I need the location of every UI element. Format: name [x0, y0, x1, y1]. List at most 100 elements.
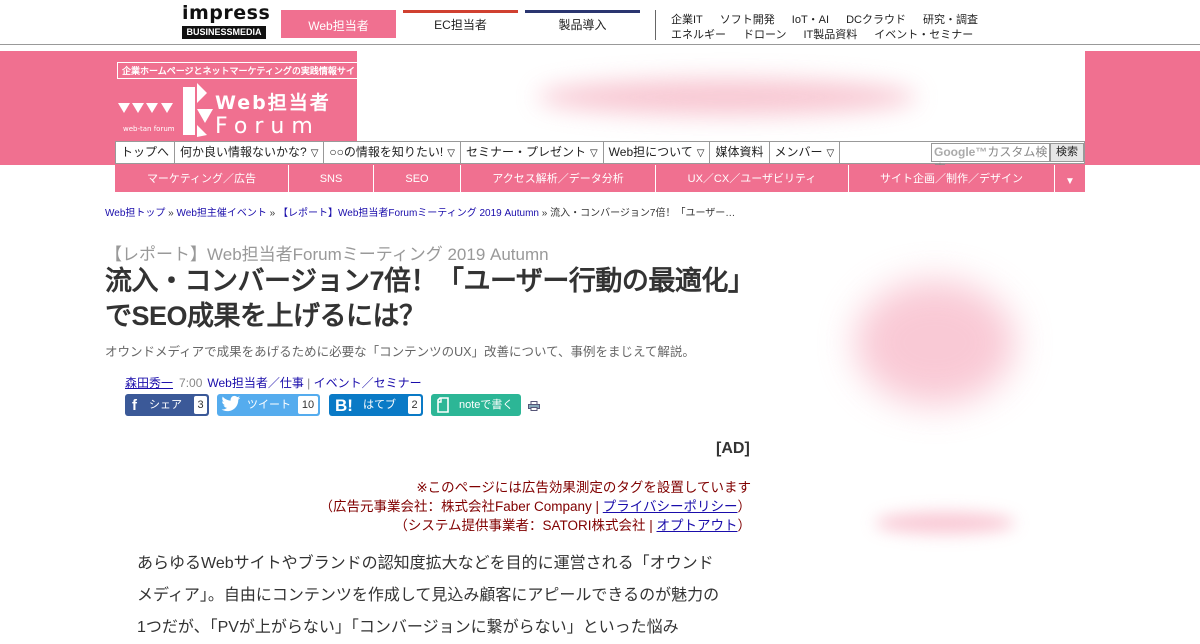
print-icon[interactable] [528, 401, 540, 411]
article-title: 流入・コンバージョン7倍！「ユーザー行動の最適化」でSEO成果を上げるには？ [105, 266, 741, 331]
privacy-policy-link[interactable]: プライバシーポリシー [603, 499, 738, 514]
google-brand: Google™ [934, 145, 988, 159]
opt-out-link[interactable]: オプトアウト [657, 518, 738, 533]
web-tan-forum-logo[interactable]: 企業ホームページとネットマーケティングの実践情報サイト web-tan foru… [115, 51, 369, 141]
notice-text: ） [737, 499, 752, 514]
blurred-ad-image [537, 79, 917, 115]
network-link[interactable]: DCクラウド [846, 14, 906, 26]
share-count: 2 [408, 396, 421, 414]
site-tab-product-intro[interactable]: 製品導入 [525, 10, 640, 38]
twitter-tweet-button[interactable]: ツイート 10 [217, 394, 320, 416]
nav-label: 何か良い情報ないかな? [180, 145, 307, 159]
network-link[interactable]: イベント・セミナー [874, 29, 973, 41]
network-links-row-2: エネルギー ドローン IT製品資料 イベント・セミナー [671, 26, 990, 42]
article-lede: オウンドメディアで成果をあげるために必要な「コンテンツのUX」改善について、事例… [105, 345, 695, 359]
chevron-down-icon: ▽ [696, 148, 705, 159]
search-input[interactable]: Google™カスタム検索 [931, 143, 1050, 176]
notice-text: ） [737, 518, 752, 533]
article-kicker[interactable]: 【レポート】Web担当者Forumミーティング 2019 Autumn [105, 240, 549, 265]
note-write-button[interactable]: noteで書く [431, 394, 521, 416]
network-link[interactable]: IT製品資料 [803, 29, 857, 41]
search-button[interactable]: 検索 [1050, 143, 1084, 162]
share-count: 10 [298, 396, 318, 414]
breadcrumb: Web担トップ » Web担主催イベント » 【レポート】Web担当者Forum… [105, 204, 735, 219]
divider [655, 10, 656, 40]
site-header: 企業ホームページとネットマーケティングの実践情報サイト web-tan foru… [0, 51, 1200, 176]
category-link[interactable]: Web担当者／仕事 [207, 376, 303, 390]
hatena-bookmark-button[interactable]: B! はてブ 2 [329, 394, 423, 416]
web-tan-logo-mark: web-tan forum Web担当者 Forum [118, 83, 331, 139]
nav-item-want-info[interactable]: ○○の情報を知りたい! ▽ [324, 142, 461, 163]
category-separator: | [303, 376, 314, 390]
nav-label: 媒体資料 [715, 145, 764, 159]
ad-label: [AD] [716, 440, 750, 457]
breadcrumb-link[interactable]: Web担主催イベント [177, 208, 267, 219]
nav-item-top[interactable]: トップへ [116, 142, 176, 163]
sidebar-ad[interactable] [875, 512, 1015, 534]
nav-item-media-kit[interactable]: 媒体資料 [710, 142, 770, 163]
breadcrumb-link[interactable]: 【レポート】Web担当者Forumミーティング 2019 Autumn [278, 208, 539, 219]
logo-forum-text: Forum [215, 114, 320, 139]
ad-tracking-notice: ※このページには広告効果測定のタグを設置しています （広告元事業会社：株式会社F… [300, 478, 751, 535]
breadcrumb-link[interactable]: Web担トップ [105, 208, 165, 219]
publish-time: 7:00 [179, 376, 203, 390]
network-link[interactable]: ソフト開発 [720, 14, 775, 26]
share-label: はてブ [363, 399, 396, 411]
impress-business-media-logo[interactable]: impress BUSINESSMEDIA [182, 2, 271, 41]
network-link[interactable]: ドローン [743, 29, 786, 41]
logo-title-text: Web担当者 [215, 91, 331, 114]
top-bar: impress BUSINESSMEDIA Web担当者 EC担当者 製品導入 … [0, 0, 1200, 45]
category-link[interactable]: イベント／セミナー [314, 376, 422, 390]
nav-item-member[interactable]: メンバー ▽ [770, 142, 841, 163]
network-link[interactable]: 研究・調査 [923, 14, 978, 26]
category-seo[interactable]: SEO [374, 165, 461, 192]
network-link[interactable]: エネルギー [671, 29, 726, 41]
nav-label: メンバー [774, 145, 823, 159]
logo-word: impress [182, 2, 271, 24]
nav-label: Web担について [608, 145, 693, 159]
site-tagline: 企業ホームページとネットマーケティングの実践情報サイト [117, 62, 369, 79]
notice-text: （システム提供事業者：SATORI株式会社 | [394, 518, 657, 533]
breadcrumb-separator: » [266, 208, 279, 219]
facebook-share-button[interactable]: f シェア 3 [125, 394, 209, 416]
category-marketing[interactable]: マーケティング／広告 [115, 165, 289, 192]
facebook-icon: f [132, 397, 137, 414]
site-tab-web-tantou[interactable]: Web担当者 [281, 10, 396, 38]
category-ux[interactable]: UX／CX／ユーザビリティ [656, 165, 849, 192]
notice-text: （広告元事業会社：株式会社Faber Company | [319, 499, 603, 514]
nav-item-good-info[interactable]: 何か良い情報ないかな? ▽ [175, 142, 325, 163]
article-meta: 森田秀一 7:00 Web担当者／仕事 | イベント／セミナー [125, 374, 422, 391]
notice-line: （システム提供事業者：SATORI株式会社 | オプトアウト） [300, 516, 751, 535]
main-nav: トップへ 何か良い情報ないかな? ▽ ○○の情報を知りたい! ▽ セミナー・プレゼン… [115, 141, 1085, 176]
chevron-down-icon: ▽ [589, 148, 598, 159]
chevron-down-icon: ▽ [310, 148, 319, 159]
share-count: 3 [194, 396, 207, 414]
nav-label: ○○の情報を知りたい! [329, 145, 444, 159]
nav-label: セミナー・プレゼント [465, 145, 586, 159]
nav-label: トップへ [121, 145, 170, 159]
logo-small-text: web-tan forum [123, 125, 175, 133]
share-label: ツイート [247, 399, 291, 411]
site-tab-ec-tantou[interactable]: EC担当者 [403, 10, 518, 38]
sidebar-ad[interactable] [855, 280, 1015, 405]
breadcrumb-separator: » [165, 208, 177, 219]
network-links-row-1: 企業IT ソフト開発 IoT・AI DCクラウド 研究・調査 [671, 11, 995, 27]
breadcrumb-separator: » [538, 208, 551, 219]
chevron-down-icon: ▽ [826, 148, 835, 159]
author-link[interactable]: 森田秀一 [125, 376, 173, 390]
header-ad-banner[interactable] [357, 51, 1085, 141]
hatena-icon: B! [335, 396, 353, 415]
nav-item-seminar[interactable]: セミナー・プレゼント ▽ [461, 142, 604, 163]
network-link[interactable]: IoT・AI [792, 14, 829, 26]
breadcrumb-current: 流入・コンバージョン7倍！「ユーザー… [550, 208, 736, 219]
category-sns[interactable]: SNS [289, 165, 374, 192]
network-link[interactable]: 企業IT [671, 14, 703, 26]
twitter-bird-icon [221, 395, 241, 420]
category-analytics[interactable]: アクセス解析／データ分析 [461, 165, 656, 192]
category-nav: マーケティング／広告 SNS SEO アクセス解析／データ分析 UX／CX／ユー… [115, 165, 1085, 192]
category-site-design[interactable]: サイト企画／制作／デザイン [849, 165, 1055, 192]
expand-menu-icon[interactable]: ▼ [1055, 165, 1085, 192]
nav-item-about[interactable]: Web担について ▽ [604, 142, 711, 163]
share-label: シェア [149, 399, 182, 411]
logo-sub: BUSINESSMEDIA [182, 26, 266, 39]
